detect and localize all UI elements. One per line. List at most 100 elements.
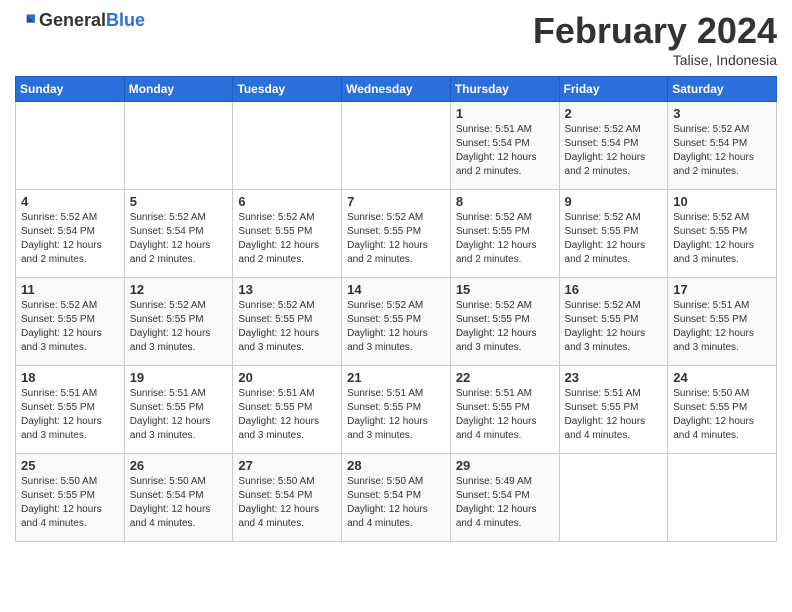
day-number: 3 <box>673 106 771 121</box>
day-number: 17 <box>673 282 771 297</box>
day-info: Sunrise: 5:52 AM Sunset: 5:54 PM Dayligh… <box>21 211 119 267</box>
calendar-week-row: 25 Sunrise: 5:50 AM Sunset: 5:55 PM Dayli… <box>16 454 777 542</box>
day-number: 9 <box>565 194 663 209</box>
calendar-cell <box>124 102 233 190</box>
day-info: Sunrise: 5:52 AM Sunset: 5:55 PM Dayligh… <box>130 299 228 355</box>
calendar-cell: 26 Sunrise: 5:50 AM Sunset: 5:54 PM Dayli… <box>124 454 233 542</box>
logo-icon <box>15 11 35 31</box>
day-info: Sunrise: 5:52 AM Sunset: 5:55 PM Dayligh… <box>565 211 663 267</box>
calendar-week-row: 4 Sunrise: 5:52 AM Sunset: 5:54 PM Daylig… <box>16 190 777 278</box>
calendar-cell: 2 Sunrise: 5:52 AM Sunset: 5:54 PM Daylig… <box>559 102 668 190</box>
day-number: 23 <box>565 370 663 385</box>
day-info: Sunrise: 5:52 AM Sunset: 5:55 PM Dayligh… <box>347 299 445 355</box>
calendar-cell <box>233 102 342 190</box>
day-number: 27 <box>238 458 336 473</box>
weekday-header-saturday: Saturday <box>668 77 777 102</box>
day-number: 25 <box>21 458 119 473</box>
day-number: 12 <box>130 282 228 297</box>
day-number: 11 <box>21 282 119 297</box>
day-number: 28 <box>347 458 445 473</box>
day-info: Sunrise: 5:52 AM Sunset: 5:55 PM Dayligh… <box>21 299 119 355</box>
weekday-header-tuesday: Tuesday <box>233 77 342 102</box>
calendar-cell: 1Sunrise: 5:51 AM Sunset: 5:54 PM Daylig… <box>450 102 559 190</box>
day-info: Sunrise: 5:52 AM Sunset: 5:55 PM Dayligh… <box>456 299 554 355</box>
day-info: Sunrise: 5:50 AM Sunset: 5:54 PM Dayligh… <box>238 475 336 531</box>
calendar-cell: 18 Sunrise: 5:51 AM Sunset: 5:55 PM Dayli… <box>16 366 125 454</box>
day-number: 10 <box>673 194 771 209</box>
day-number: 4 <box>21 194 119 209</box>
day-number: 2 <box>565 106 663 121</box>
calendar-cell: 5Sunrise: 5:52 AM Sunset: 5:54 PM Daylig… <box>124 190 233 278</box>
day-number: 8 <box>456 194 554 209</box>
day-info: Sunrise: 5:52 AM Sunset: 5:54 PM Dayligh… <box>673 123 771 179</box>
day-info: Sunrise: 5:51 AM Sunset: 5:55 PM Dayligh… <box>130 387 228 443</box>
calendar-cell: 19 Sunrise: 5:51 AM Sunset: 5:55 PM Dayli… <box>124 366 233 454</box>
calendar-cell: 11 Sunrise: 5:52 AM Sunset: 5:55 PM Dayli… <box>16 278 125 366</box>
day-info: Sunrise: 5:51 AM Sunset: 5:55 PM Dayligh… <box>238 387 336 443</box>
day-info: Sunrise: 5:51 AM Sunset: 5:55 PM Dayligh… <box>673 299 771 355</box>
calendar-cell: 27 Sunrise: 5:50 AM Sunset: 5:54 PM Dayli… <box>233 454 342 542</box>
day-info: Sunrise: 5:49 AM Sunset: 5:54 PM Dayligh… <box>456 475 554 531</box>
location-subtitle: Talise, Indonesia <box>533 52 777 68</box>
calendar-cell: 7Sunrise: 5:52 AM Sunset: 5:55 PM Daylig… <box>342 190 451 278</box>
calendar-table: SundayMondayTuesdayWednesdayThursdayFrid… <box>15 76 777 542</box>
calendar-cell: 25 Sunrise: 5:50 AM Sunset: 5:55 PM Dayli… <box>16 454 125 542</box>
weekday-header-sunday: Sunday <box>16 77 125 102</box>
day-number: 21 <box>347 370 445 385</box>
day-number: 20 <box>238 370 336 385</box>
calendar-cell: 12 Sunrise: 5:52 AM Sunset: 5:55 PM Dayli… <box>124 278 233 366</box>
calendar-cell: 22Sunrise: 5:51 AM Sunset: 5:55 PM Dayli… <box>450 366 559 454</box>
calendar-cell: 29Sunrise: 5:49 AM Sunset: 5:54 PM Dayli… <box>450 454 559 542</box>
weekday-header-thursday: Thursday <box>450 77 559 102</box>
logo-general: General <box>39 10 106 30</box>
calendar-cell: 23Sunrise: 5:51 AM Sunset: 5:55 PM Dayli… <box>559 366 668 454</box>
day-number: 16 <box>565 282 663 297</box>
day-info: Sunrise: 5:52 AM Sunset: 5:54 PM Dayligh… <box>565 123 663 179</box>
weekday-header-row: SundayMondayTuesdayWednesdayThursdayFrid… <box>16 77 777 102</box>
calendar-cell: 21 Sunrise: 5:51 AM Sunset: 5:55 PM Dayli… <box>342 366 451 454</box>
calendar-cell: 16 Sunrise: 5:52 AM Sunset: 5:55 PM Dayli… <box>559 278 668 366</box>
day-number: 7 <box>347 194 445 209</box>
weekday-header-friday: Friday <box>559 77 668 102</box>
day-number: 14 <box>347 282 445 297</box>
day-info: Sunrise: 5:52 AM Sunset: 5:55 PM Dayligh… <box>238 211 336 267</box>
weekday-header-monday: Monday <box>124 77 233 102</box>
calendar-cell: 24Sunrise: 5:50 AM Sunset: 5:55 PM Dayli… <box>668 366 777 454</box>
day-info: Sunrise: 5:50 AM Sunset: 5:54 PM Dayligh… <box>347 475 445 531</box>
calendar-cell <box>668 454 777 542</box>
day-number: 6 <box>238 194 336 209</box>
calendar-cell <box>559 454 668 542</box>
logo: GeneralBlue <box>15 10 145 31</box>
calendar-cell <box>16 102 125 190</box>
day-info: Sunrise: 5:50 AM Sunset: 5:55 PM Dayligh… <box>21 475 119 531</box>
calendar-week-row: 1Sunrise: 5:51 AM Sunset: 5:54 PM Daylig… <box>16 102 777 190</box>
day-info: Sunrise: 5:52 AM Sunset: 5:55 PM Dayligh… <box>238 299 336 355</box>
logo-blue: Blue <box>106 10 145 30</box>
calendar-cell: 20 Sunrise: 5:51 AM Sunset: 5:55 PM Dayli… <box>233 366 342 454</box>
page-header: GeneralBlue February 2024 Talise, Indone… <box>15 10 777 68</box>
calendar-cell: 3 Sunrise: 5:52 AM Sunset: 5:54 PM Daylig… <box>668 102 777 190</box>
day-number: 26 <box>130 458 228 473</box>
day-number: 19 <box>130 370 228 385</box>
day-number: 18 <box>21 370 119 385</box>
calendar-cell: 6 Sunrise: 5:52 AM Sunset: 5:55 PM Daylig… <box>233 190 342 278</box>
day-info: Sunrise: 5:52 AM Sunset: 5:55 PM Dayligh… <box>565 299 663 355</box>
day-info: Sunrise: 5:51 AM Sunset: 5:55 PM Dayligh… <box>21 387 119 443</box>
day-number: 1 <box>456 106 554 121</box>
calendar-cell <box>342 102 451 190</box>
calendar-cell: 10 Sunrise: 5:52 AM Sunset: 5:55 PM Dayli… <box>668 190 777 278</box>
day-info: Sunrise: 5:52 AM Sunset: 5:55 PM Dayligh… <box>456 211 554 267</box>
month-year-title: February 2024 <box>533 10 777 52</box>
title-block: February 2024 Talise, Indonesia <box>533 10 777 68</box>
day-number: 5 <box>130 194 228 209</box>
day-number: 15 <box>456 282 554 297</box>
calendar-cell: 17 Sunrise: 5:51 AM Sunset: 5:55 PM Dayli… <box>668 278 777 366</box>
calendar-week-row: 11 Sunrise: 5:52 AM Sunset: 5:55 PM Dayli… <box>16 278 777 366</box>
calendar-week-row: 18 Sunrise: 5:51 AM Sunset: 5:55 PM Dayli… <box>16 366 777 454</box>
calendar-cell: 13 Sunrise: 5:52 AM Sunset: 5:55 PM Dayli… <box>233 278 342 366</box>
day-info: Sunrise: 5:52 AM Sunset: 5:55 PM Dayligh… <box>673 211 771 267</box>
day-info: Sunrise: 5:51 AM Sunset: 5:55 PM Dayligh… <box>347 387 445 443</box>
calendar-cell: 14 Sunrise: 5:52 AM Sunset: 5:55 PM Dayli… <box>342 278 451 366</box>
day-info: Sunrise: 5:50 AM Sunset: 5:54 PM Dayligh… <box>130 475 228 531</box>
day-number: 13 <box>238 282 336 297</box>
